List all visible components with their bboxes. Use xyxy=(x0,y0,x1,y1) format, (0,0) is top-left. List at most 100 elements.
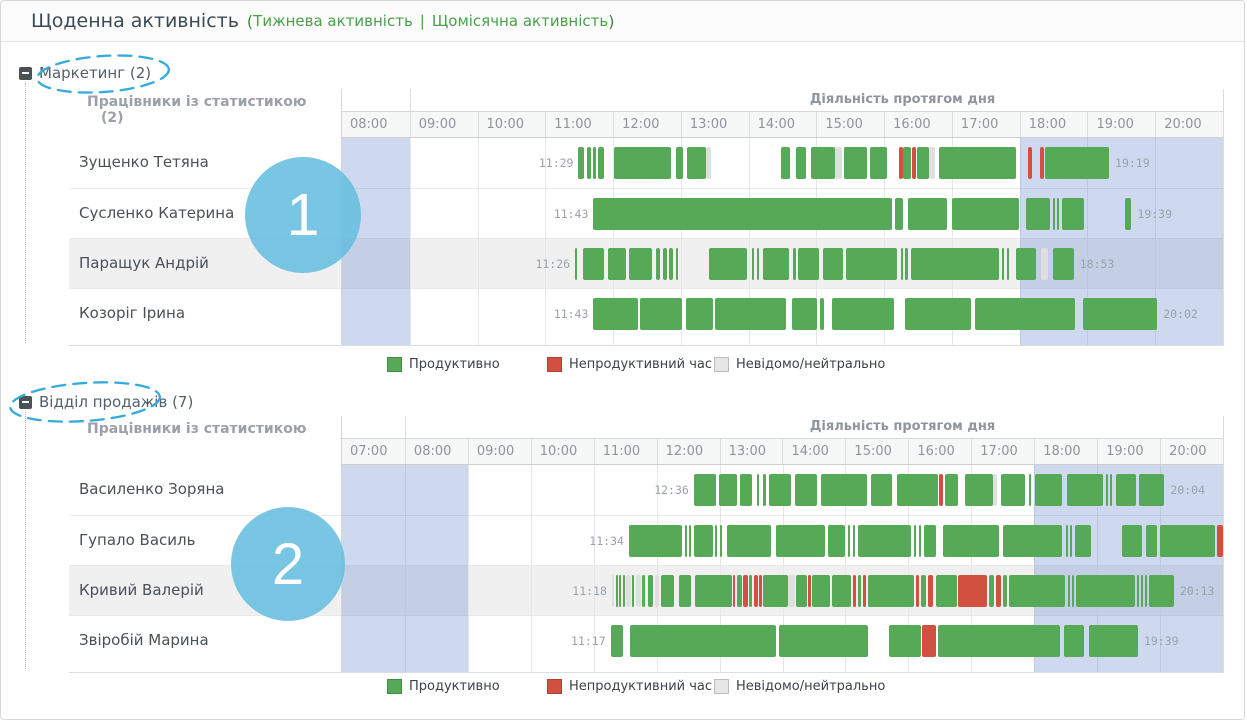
activity-segment xyxy=(1072,575,1074,607)
activity-segment xyxy=(640,298,681,330)
activity-segment xyxy=(796,147,807,179)
activity-segment xyxy=(1003,575,1007,607)
activity-segment xyxy=(943,525,1000,557)
activity-segment xyxy=(1160,525,1215,557)
activity-segment xyxy=(1062,198,1084,230)
employees-header-text: Працівники із статистикою xyxy=(87,94,341,110)
hour-label: 08:00 xyxy=(342,112,410,137)
activity-segment xyxy=(1137,575,1139,607)
legend-label: Продуктивно xyxy=(409,357,500,372)
activity-segment xyxy=(629,248,651,280)
activity-segment xyxy=(715,298,786,330)
activity-segment xyxy=(695,575,732,607)
legend-swatch-productive xyxy=(387,679,402,694)
activity-segment xyxy=(993,474,997,506)
activity-segment xyxy=(593,198,892,230)
activity-timeline: 11:2919:19 xyxy=(341,138,1223,188)
activity-segment xyxy=(642,575,645,607)
activity-segment xyxy=(676,248,678,280)
activity-segment xyxy=(868,575,915,607)
activity-segment xyxy=(583,248,605,280)
employees-header-text: Працівники із статистикою xyxy=(87,421,341,437)
activity-segment xyxy=(611,625,624,657)
activity-segment xyxy=(757,474,760,506)
hour-label: 12:00 xyxy=(657,439,720,464)
start-time-label: 11:29 xyxy=(539,138,574,188)
activity-segment xyxy=(939,474,943,506)
hour-label: 11:00 xyxy=(594,439,657,464)
start-time-label: 11:26 xyxy=(535,239,570,288)
employee-name[interactable]: Звіробій Марина xyxy=(69,616,341,665)
collapse-marketing-button[interactable] xyxy=(19,67,32,80)
legend-label: Непродуктивний час xyxy=(569,679,712,694)
hour-label: 15:00 xyxy=(845,439,908,464)
legend: ПродуктивноНепродуктивний часНевідомо/не… xyxy=(387,357,885,372)
table-row: Василенко Зоряна12:3620:04 xyxy=(69,465,1223,515)
legend-label: Непродуктивний час xyxy=(569,357,712,372)
end-time-label: 20:04 xyxy=(1170,465,1205,515)
activity-timeline: 11:2618:53 xyxy=(341,239,1223,288)
hour-label: 10:00 xyxy=(478,112,546,137)
monthly-activity-link[interactable]: Щомісячна активність xyxy=(432,12,608,30)
activity-segment xyxy=(587,147,591,179)
page-header: Щоденна активність ( Тижнева активність … xyxy=(1,1,1244,42)
collapse-sales-button[interactable] xyxy=(19,396,32,409)
activity-segment xyxy=(863,575,866,607)
activity-segment xyxy=(1040,147,1044,179)
activity-segment xyxy=(798,248,819,280)
activity-segment xyxy=(975,298,1075,330)
hour-label: 16:00 xyxy=(908,439,971,464)
legend-item-nonproductive: Непродуктивний час xyxy=(547,357,714,372)
activity-segment xyxy=(853,525,855,557)
timeline-header: Діяльність протягом дня 08:0009:0010:00 1… xyxy=(341,89,1223,138)
employee-name[interactable]: Гупало Василь xyxy=(69,516,341,565)
end-time-label: 19:39 xyxy=(1144,616,1179,665)
activity-segment xyxy=(924,525,937,557)
employee-name[interactable]: Зущенко Тетяна xyxy=(69,138,341,188)
activity-segment xyxy=(996,575,1000,607)
activity-segment xyxy=(685,525,687,557)
timeline-caption: Діяльність протягом дня xyxy=(342,89,1223,111)
end-time-label: 19:39 xyxy=(1137,189,1172,238)
activity-segment xyxy=(848,525,850,557)
table-header: Працівники із статистикою (2) Діяльність… xyxy=(69,89,1223,138)
employee-name[interactable]: Кривий Валерій xyxy=(69,566,341,615)
employee-name[interactable]: Василенко Зоряна xyxy=(69,465,341,515)
activity-segment xyxy=(626,575,631,607)
timeline-caption: Діяльність протягом дня xyxy=(342,416,1223,438)
hour-label: 09:00 xyxy=(468,439,531,464)
activity-segment xyxy=(720,525,722,557)
hour-label: 09:00 xyxy=(410,112,478,137)
employee-name[interactable]: Сусленко Катерина xyxy=(69,189,341,238)
activity-segment xyxy=(1076,575,1135,607)
employee-name[interactable]: Паращук Андрій xyxy=(69,239,341,288)
activity-segment xyxy=(897,474,939,506)
legend-item-neutral: Невідомо/нейтрально xyxy=(714,679,885,694)
activity-segment xyxy=(889,625,921,657)
timeline-header: Діяльність протягом дня 07:0008:0009:001… xyxy=(341,416,1223,465)
activity-timeline: 11:34 xyxy=(341,516,1223,565)
table-row: Сусленко Катерина11:4319:39 xyxy=(69,188,1223,238)
activity-segment xyxy=(757,248,759,280)
activity-segment xyxy=(958,575,987,607)
activity-segment xyxy=(661,575,674,607)
activity-segment xyxy=(1041,248,1048,280)
activity-segment xyxy=(1070,525,1072,557)
activity-segment xyxy=(989,575,994,607)
start-time-label: 11:34 xyxy=(589,516,624,565)
activity-segment xyxy=(921,575,926,607)
activity-segment xyxy=(1116,474,1136,506)
hour-label: 20:00 xyxy=(1160,439,1223,464)
activity-segment xyxy=(769,474,791,506)
activity-segment xyxy=(656,248,660,280)
hour-label: 16:00 xyxy=(884,112,952,137)
activity-segment xyxy=(1217,525,1223,557)
activity-segment xyxy=(1075,525,1091,557)
activity-segment xyxy=(911,248,999,280)
employee-name[interactable]: Козоріг Ірина xyxy=(69,289,341,338)
weekly-activity-link[interactable]: Тижнева активність xyxy=(253,12,413,30)
activity-segment xyxy=(919,525,921,557)
legend-item-nonproductive: Непродуктивний час xyxy=(547,679,714,694)
activity-segment xyxy=(754,575,758,607)
activity-segment xyxy=(669,248,673,280)
